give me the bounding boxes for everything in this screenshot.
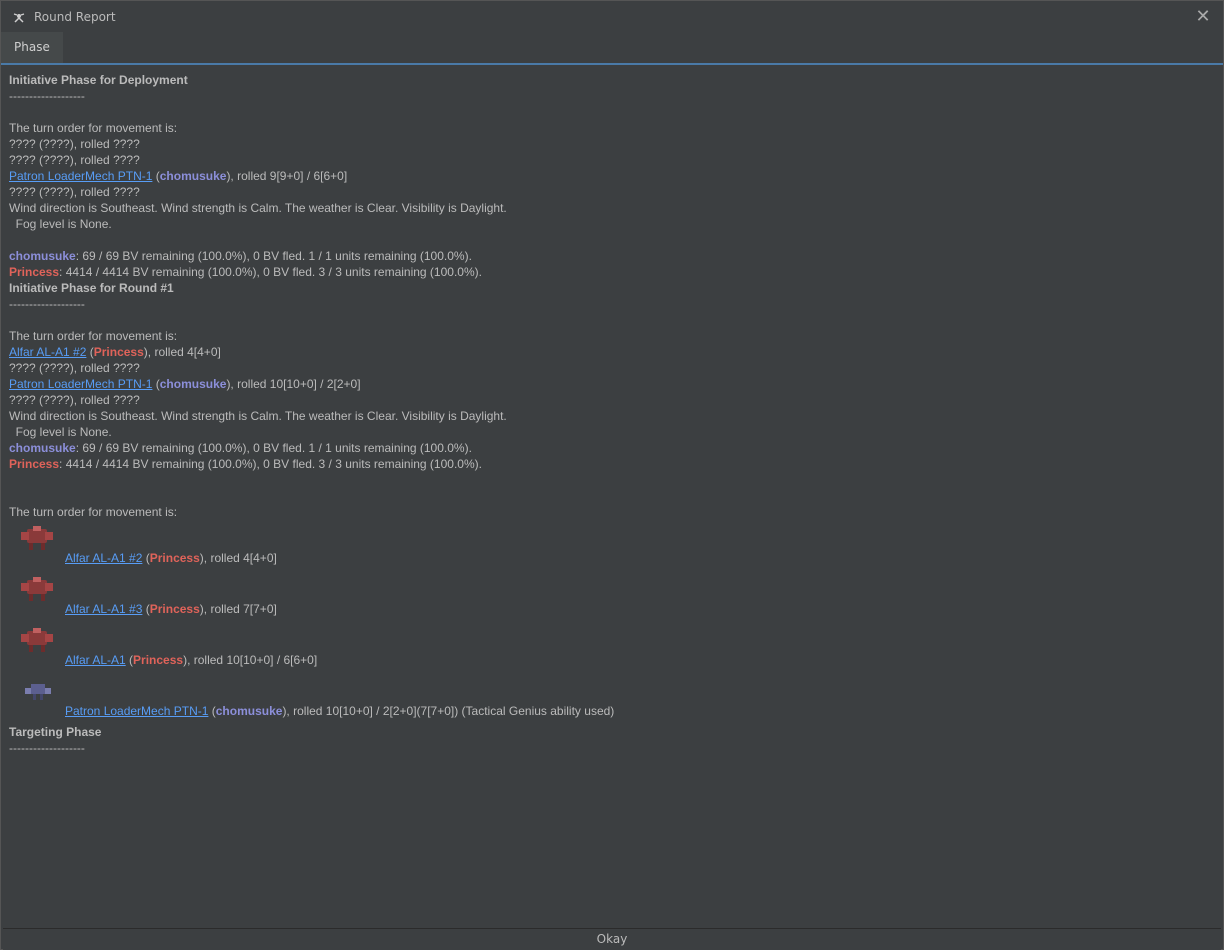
fog-text: Fog level is None. <box>9 217 112 231</box>
unit-roll-line: Alfar AL-A1 #2 (Princess), rolled 4[4+0] <box>65 551 277 565</box>
turn-order-entry: Patron LoaderMech PTN-1 (chomusuke), rol… <box>9 673 1215 724</box>
player-name: Princess <box>93 345 144 359</box>
tab-bar: Phase <box>1 32 1223 65</box>
unit-link[interactable]: Patron LoaderMech PTN-1 <box>9 377 152 391</box>
alfar-mech-icon <box>21 577 53 601</box>
player-name: Princess <box>149 602 200 616</box>
unit-roll-line: Patron LoaderMech PTN-1 (chomusuke), rol… <box>9 377 361 391</box>
unit-link[interactable]: Alfar AL-A1 <box>65 653 126 667</box>
unit-link[interactable]: Patron LoaderMech PTN-1 <box>65 704 208 718</box>
close-icon[interactable]: ✕ <box>1193 7 1213 27</box>
title-bar[interactable]: Round Report ✕ <box>1 1 1223 32</box>
unit-roll-line: Alfar AL-A1 #3 (Princess), rolled 7[7+0] <box>65 602 277 616</box>
divider: ------------------- <box>9 297 85 311</box>
player-bv-line: Princess: 4414 / 4414 BV remaining (100.… <box>9 265 482 279</box>
alfar-mech-icon <box>21 526 53 550</box>
section-title-targeting: Targeting Phase <box>9 725 102 739</box>
loadermech-icon <box>25 684 51 700</box>
okay-button[interactable]: Okay <box>3 928 1221 950</box>
player-bv-line: Princess: 4414 / 4414 BV remaining (100.… <box>9 457 482 471</box>
section-title-deployment: Initiative Phase for Deployment <box>9 73 188 87</box>
player-bv-line: chomusuke: 69 / 69 BV remaining (100.0%)… <box>9 249 472 263</box>
alfar-mech-icon <box>21 628 53 652</box>
player-name: chomusuke <box>9 441 76 455</box>
unknown-unit-roll: ???? (????), rolled ???? <box>9 393 140 407</box>
divider: ------------------- <box>9 89 85 103</box>
player-name: chomusuke <box>159 169 227 183</box>
fog-text: Fog level is None. <box>9 425 112 439</box>
turn-order-heading: The turn order for movement is: <box>9 121 178 135</box>
unit-link[interactable]: Alfar AL-A1 #3 <box>65 602 142 616</box>
weather-text: Wind direction is Southeast. Wind streng… <box>9 201 507 215</box>
player-bv-line: chomusuke: 69 / 69 BV remaining (100.0%)… <box>9 441 472 455</box>
turn-order-entry: Alfar AL-A1 #3 (Princess), rolled 7[7+0] <box>9 571 1215 622</box>
unit-link[interactable]: Alfar AL-A1 #2 <box>65 551 142 565</box>
player-name: chomusuke <box>159 377 227 391</box>
unknown-unit-roll: ???? (????), rolled ???? <box>9 137 140 151</box>
turn-order-heading: The turn order for movement is: <box>9 329 178 343</box>
unit-roll-line: Alfar AL-A1 #2 (Princess), rolled 4[4+0] <box>9 345 221 359</box>
divider: ------------------- <box>9 741 85 755</box>
report-content[interactable]: Initiative Phase for Deployment --------… <box>3 65 1221 927</box>
unknown-unit-roll: ???? (????), rolled ???? <box>9 153 140 167</box>
weather-text: Wind direction is Southeast. Wind streng… <box>9 409 507 423</box>
player-name: Princess <box>9 457 60 471</box>
unit-roll-line: Alfar AL-A1 (Princess), rolled 10[10+0] … <box>65 653 318 667</box>
player-name: Princess <box>149 551 200 565</box>
unit-link[interactable]: Patron LoaderMech PTN-1 <box>9 169 152 183</box>
unit-link[interactable]: Alfar AL-A1 #2 <box>9 345 86 359</box>
unknown-unit-roll: ???? (????), rolled ???? <box>9 185 140 199</box>
turn-order-entry: Alfar AL-A1 #2 (Princess), rolled 4[4+0] <box>9 520 1215 571</box>
player-name: Princess <box>133 653 184 667</box>
player-name: chomusuke <box>9 249 76 263</box>
app-icon <box>12 10 26 24</box>
unit-roll-line: Patron LoaderMech PTN-1 (chomusuke), rol… <box>65 704 615 718</box>
turn-order-heading: The turn order for movement is: <box>9 505 178 519</box>
tab-phase[interactable]: Phase <box>1 32 63 63</box>
unknown-unit-roll: ???? (????), rolled ???? <box>9 361 140 375</box>
player-name: Princess <box>9 265 60 279</box>
window-title: Round Report <box>34 9 116 24</box>
player-name: chomusuke <box>215 704 283 718</box>
unit-roll-line: Patron LoaderMech PTN-1 (chomusuke), rol… <box>9 169 348 183</box>
section-title-round1: Initiative Phase for Round #1 <box>9 281 174 295</box>
turn-order-entry: Alfar AL-A1 (Princess), rolled 10[10+0] … <box>9 622 1215 673</box>
round-report-window: Round Report ✕ Phase Initiative Phase fo… <box>0 0 1224 950</box>
